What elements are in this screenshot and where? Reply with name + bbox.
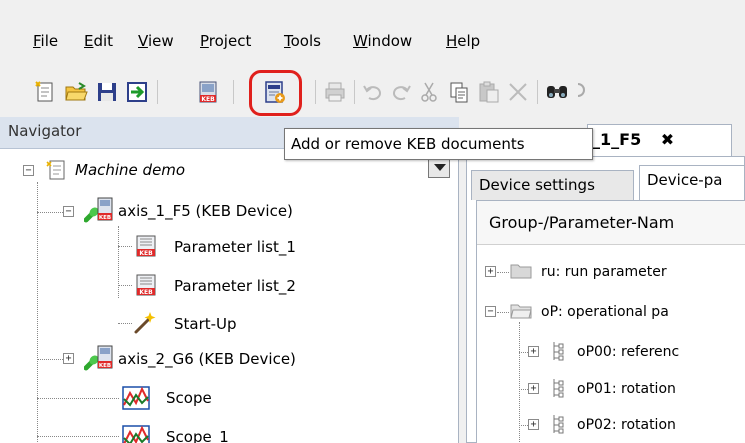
parameter-group-icon xyxy=(553,379,564,398)
copy-icon[interactable] xyxy=(447,80,471,104)
collapse-toggle[interactable]: − xyxy=(63,206,74,217)
menu-window[interactable]: Window xyxy=(353,32,412,50)
navigator-title: Navigator xyxy=(8,122,82,140)
new-project-icon[interactable] xyxy=(34,80,58,104)
tab-device-settings[interactable]: Device settings xyxy=(471,170,634,200)
tab-axis-1-f5[interactable]: _1_F5 ✖ xyxy=(587,124,732,156)
scope-icon xyxy=(122,386,150,410)
parameter-list-icon: KEB xyxy=(136,235,156,257)
expand-toggle[interactable]: + xyxy=(528,383,539,394)
menu-project[interactable]: Project xyxy=(200,32,251,50)
menu-file[interactable]: File xyxy=(33,32,58,50)
parameter-group-icon xyxy=(553,415,564,434)
svg-text:KEB: KEB xyxy=(201,96,215,103)
tree-item-parameter-list-1[interactable]: Parameter list_1 xyxy=(174,235,296,259)
save-icon[interactable] xyxy=(95,80,119,104)
tree-item-parameter-list-2[interactable]: Parameter list_2 xyxy=(174,274,296,298)
svg-text:KEB: KEB xyxy=(139,250,153,257)
expand-toggle[interactable]: + xyxy=(485,266,496,277)
grid-row-ru[interactable]: ru: run parameter xyxy=(541,259,667,285)
expand-toggle[interactable]: + xyxy=(528,419,539,430)
print-icon[interactable] xyxy=(323,80,347,104)
tab-device-parameters[interactable]: Device-pa xyxy=(639,165,745,200)
menu-edit[interactable]: Edit xyxy=(84,32,113,50)
tree-item-start-up[interactable]: Start-Up xyxy=(174,312,237,336)
tree-item-axis-2[interactable]: axis_2_G6 (KEB Device) xyxy=(118,347,296,371)
import-icon[interactable] xyxy=(125,80,149,104)
menu-help[interactable]: Help xyxy=(446,32,480,50)
parameter-group-icon xyxy=(553,342,564,361)
tooltip: Add or remove KEB documents xyxy=(284,128,593,160)
collapse-toggle[interactable]: − xyxy=(23,165,34,176)
paste-icon[interactable] xyxy=(477,80,501,104)
grid-row-op[interactable]: oP: operational pa xyxy=(541,299,669,325)
tree-item-scope-1[interactable]: Scope_1 xyxy=(166,425,229,443)
menu-view[interactable]: View xyxy=(138,32,174,50)
open-folder-icon[interactable] xyxy=(64,80,88,104)
menu-bar: File Edit View Project Tools Window Help xyxy=(0,0,745,62)
folder-open-icon xyxy=(510,304,532,319)
redo-icon[interactable] xyxy=(389,80,413,104)
project-icon xyxy=(46,160,65,180)
tree-item-axis-1[interactable]: axis_1_F5 (KEB Device) xyxy=(118,199,293,223)
keb-device-icon: KEB xyxy=(84,197,113,223)
grid-row-op00[interactable]: oP00: referenc xyxy=(577,339,679,365)
find-next-icon[interactable] xyxy=(572,80,596,104)
find-icon[interactable] xyxy=(545,80,569,104)
svg-text:KEB: KEB xyxy=(99,363,111,369)
grid-column-header[interactable]: Group-/Parameter-Nam xyxy=(477,201,745,245)
parameter-list-icon: KEB xyxy=(136,274,156,296)
grid-row-op02[interactable]: oP02: rotation xyxy=(577,412,676,438)
delete-icon[interactable] xyxy=(506,80,530,104)
scope-icon xyxy=(122,425,150,443)
menu-tools[interactable]: Tools xyxy=(284,32,321,50)
expand-toggle[interactable]: + xyxy=(528,346,539,357)
tab-label: _1_F5 xyxy=(592,130,642,149)
undo-icon[interactable] xyxy=(361,80,385,104)
expand-toggle[interactable]: + xyxy=(63,353,74,364)
keb-book-icon[interactable]: KEB xyxy=(196,80,220,104)
collapse-toggle[interactable]: − xyxy=(485,306,496,317)
tree-item-machine-demo[interactable]: Machine demo xyxy=(75,158,185,182)
close-icon[interactable]: ✖ xyxy=(661,130,674,149)
svg-text:KEB: KEB xyxy=(139,289,153,296)
folder-icon xyxy=(510,264,532,279)
grid-row-op01[interactable]: oP01: rotation xyxy=(577,376,676,402)
tree-item-scope[interactable]: Scope xyxy=(166,386,212,410)
magic-wand-icon xyxy=(134,312,156,334)
cut-icon[interactable] xyxy=(417,80,441,104)
keb-device-icon: KEB xyxy=(84,345,113,371)
svg-text:KEB: KEB xyxy=(99,215,111,221)
highlight-ring xyxy=(249,70,302,116)
